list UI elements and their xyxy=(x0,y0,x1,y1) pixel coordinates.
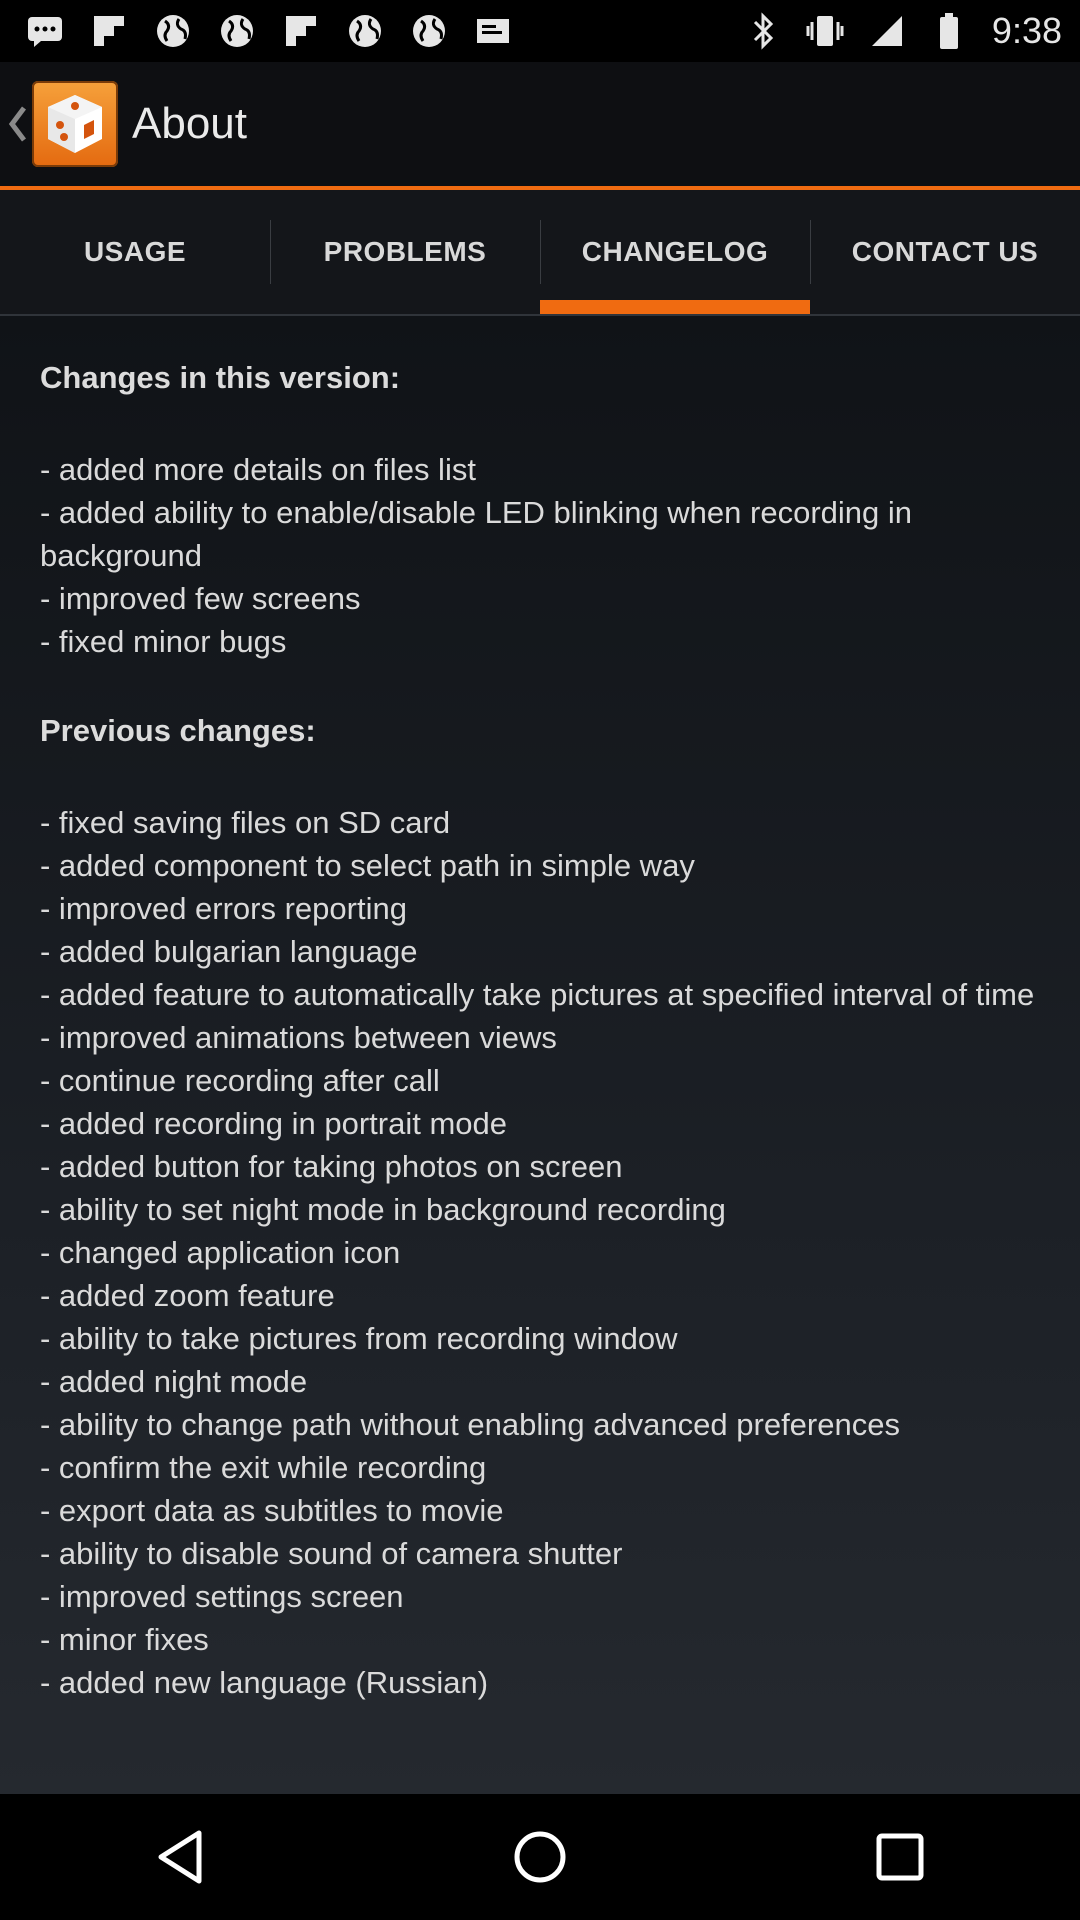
list-item: - fixed saving files on SD card xyxy=(40,805,451,840)
tab-label: PROBLEMS xyxy=(323,236,487,267)
home-icon[interactable] xyxy=(495,1812,585,1902)
status-bar: 9:38 xyxy=(0,0,1080,62)
list-item: - continue recording after call xyxy=(40,1063,440,1098)
notification-icons xyxy=(26,12,512,50)
previous-changes-title: Previous changes: xyxy=(40,713,316,748)
page-title: About xyxy=(132,99,247,148)
globe-icon xyxy=(346,12,384,50)
list-item: - added zoom feature xyxy=(40,1278,335,1313)
list-item: - added recording in portrait mode xyxy=(40,1106,507,1141)
list-item: - ability to change path without enablin… xyxy=(40,1407,900,1442)
vibrate-icon xyxy=(806,12,844,50)
current-changes-title: Changes in this version: xyxy=(40,360,401,395)
battery-icon xyxy=(930,12,968,50)
list-item: - improved few screens xyxy=(40,581,361,616)
list-item: - ability to disable sound of camera shu… xyxy=(40,1536,623,1571)
list-item: - added feature to automatically take pi… xyxy=(40,977,1035,1012)
list-item: - fixed minor bugs xyxy=(40,624,287,659)
system-navigation-bar xyxy=(0,1794,1080,1920)
globe-icon xyxy=(154,12,192,50)
changelog-scroll-area[interactable]: Changes in this version: - added more de… xyxy=(0,316,1080,1794)
tab-label: CONTACT US xyxy=(851,236,1039,267)
action-bar: About xyxy=(0,62,1080,186)
recents-icon[interactable] xyxy=(855,1812,945,1902)
tab-label: USAGE xyxy=(83,236,187,267)
message-icon xyxy=(26,12,64,50)
list-item: - added component to select path in simp… xyxy=(40,848,695,883)
list-item: - ability to set night mode in backgroun… xyxy=(40,1192,726,1227)
tab-contact-us[interactable]: CONTACT US xyxy=(810,190,1080,314)
mail-icon xyxy=(474,12,512,50)
list-item: - added ability to enable/disable LED bl… xyxy=(40,495,912,573)
app-logo-icon[interactable] xyxy=(32,81,118,167)
list-item: - export data as subtitles to movie xyxy=(40,1493,504,1528)
list-item: - minor fixes xyxy=(40,1622,209,1657)
tab-usage[interactable]: USAGE xyxy=(0,190,270,314)
tab-problems[interactable]: PROBLEMS xyxy=(270,190,540,314)
tab-changelog[interactable]: CHANGELOG xyxy=(540,190,810,314)
list-item: - changed application icon xyxy=(40,1235,401,1270)
list-item: - confirm the exit while recording xyxy=(40,1450,487,1485)
current-changes-list: - added more details on files list - add… xyxy=(40,448,1040,663)
globe-icon xyxy=(218,12,256,50)
flipboard-icon xyxy=(90,12,128,50)
clock: 9:38 xyxy=(991,10,1062,51)
previous-changes-list: - fixed saving files on SD card - added … xyxy=(40,801,1040,1704)
up-navigation-icon[interactable] xyxy=(6,94,32,154)
flipboard-icon xyxy=(282,12,320,50)
globe-icon xyxy=(410,12,448,50)
tab-label: CHANGELOG xyxy=(581,236,769,267)
list-item: - added more details on files list xyxy=(40,452,476,487)
list-item: - added night mode xyxy=(40,1364,308,1399)
list-item: - improved animations between views xyxy=(40,1020,557,1055)
list-item: - improved settings screen xyxy=(40,1579,404,1614)
list-item: - improved errors reporting xyxy=(40,891,407,926)
list-item: - added new language (Russian) xyxy=(40,1665,489,1700)
list-item: - added button for taking photos on scre… xyxy=(40,1149,623,1184)
list-item: - added bulgarian language xyxy=(40,934,418,969)
signal-icon xyxy=(868,12,906,50)
back-icon[interactable] xyxy=(135,1812,225,1902)
tab-bar: USAGE PROBLEMS CHANGELOG CONTACT US xyxy=(0,190,1080,316)
bluetooth-icon xyxy=(744,12,782,50)
list-item: - ability to take pictures from recordin… xyxy=(40,1321,678,1356)
